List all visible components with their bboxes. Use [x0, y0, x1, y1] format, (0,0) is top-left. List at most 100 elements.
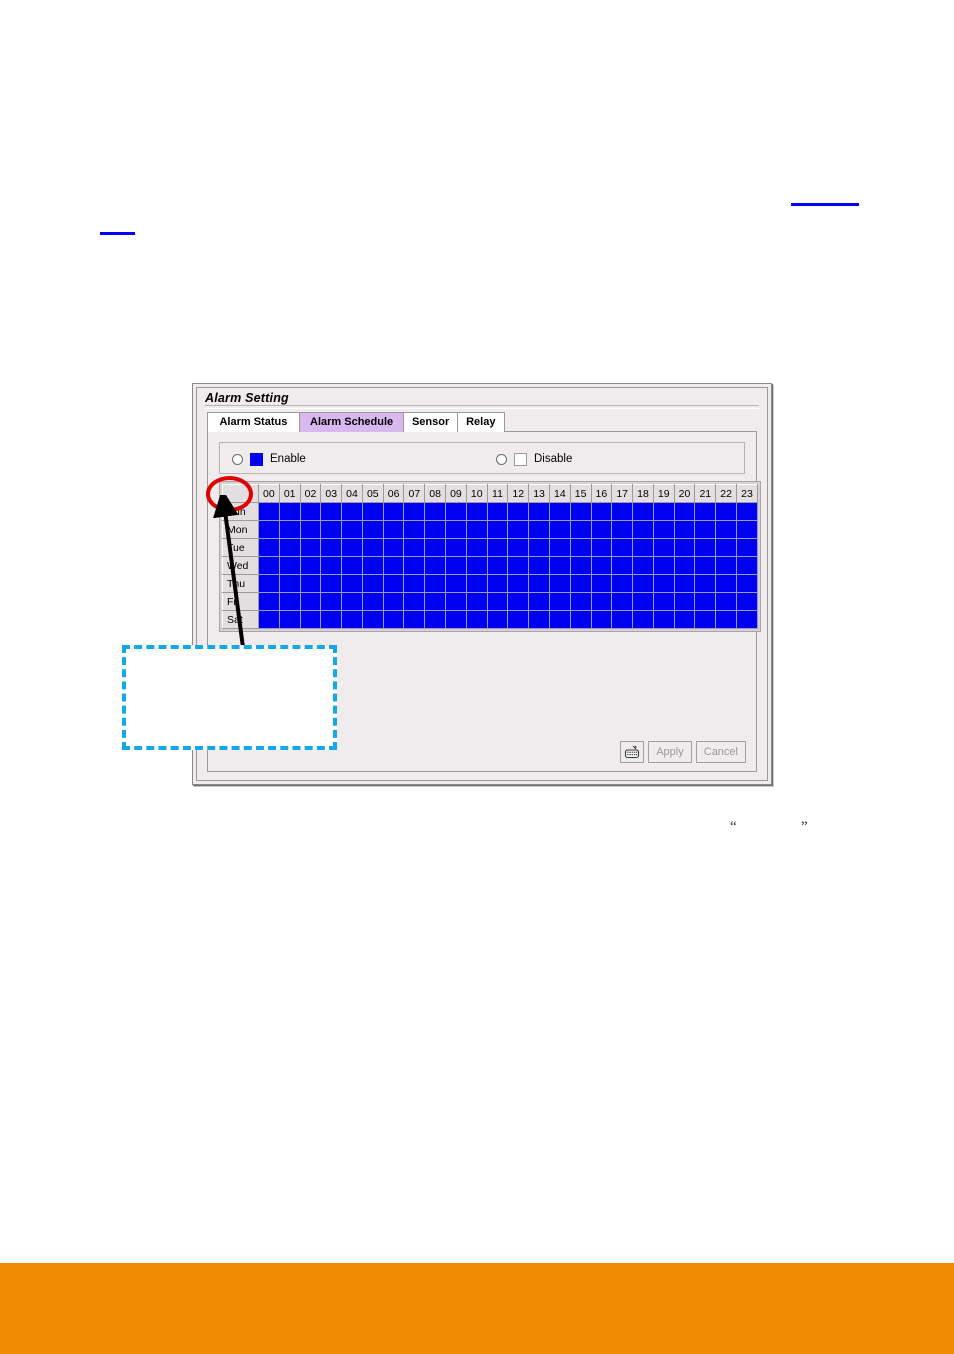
hour-header-17[interactable]: 17 [611, 484, 634, 503]
schedule-cell-sat-03[interactable] [320, 610, 343, 629]
schedule-cell-sun-13[interactable] [528, 502, 550, 521]
schedule-cell-sat-05[interactable] [361, 610, 384, 629]
schedule-cell-tue-03[interactable] [320, 538, 343, 557]
schedule-cell-fri-11[interactable] [486, 592, 509, 611]
schedule-cell-mon-19[interactable] [652, 520, 675, 539]
schedule-cell-mon-02[interactable] [299, 520, 322, 539]
tab-alarm-status[interactable]: Alarm Status [207, 412, 300, 432]
schedule-cell-sat-07[interactable] [403, 610, 426, 629]
schedule-cell-fri-19[interactable] [652, 592, 675, 611]
schedule-cell-thu-08[interactable] [424, 574, 447, 593]
schedule-cell-sun-10[interactable] [465, 502, 488, 521]
schedule-cell-fri-17[interactable] [611, 592, 634, 611]
schedule-cell-tue-11[interactable] [486, 538, 509, 557]
day-header-tue[interactable]: Tue [222, 538, 259, 557]
hour-header-02[interactable]: 02 [299, 484, 322, 503]
schedule-cell-sun-11[interactable] [486, 502, 509, 521]
schedule-cell-wed-08[interactable] [424, 556, 447, 575]
schedule-cell-thu-18[interactable] [632, 574, 654, 593]
schedule-cell-tue-20[interactable] [673, 538, 696, 557]
schedule-cell-sat-11[interactable] [486, 610, 509, 629]
hour-header-11[interactable]: 11 [486, 484, 509, 503]
schedule-cell-wed-06[interactable] [382, 556, 405, 575]
hyperlink-underline-top-right[interactable] [791, 203, 859, 206]
schedule-cell-thu-07[interactable] [403, 574, 426, 593]
hour-header-18[interactable]: 18 [632, 484, 654, 503]
schedule-cell-sun-14[interactable] [548, 502, 571, 521]
schedule-cell-thu-06[interactable] [382, 574, 405, 593]
schedule-cell-wed-13[interactable] [528, 556, 550, 575]
schedule-cell-sat-00[interactable] [258, 610, 280, 629]
schedule-cell-thu-21[interactable] [694, 574, 717, 593]
hour-header-01[interactable]: 01 [278, 484, 301, 503]
schedule-cell-fri-08[interactable] [424, 592, 447, 611]
schedule-cell-thu-20[interactable] [673, 574, 696, 593]
schedule-cell-fri-02[interactable] [299, 592, 322, 611]
hour-header-19[interactable]: 19 [652, 484, 675, 503]
schedule-cell-thu-10[interactable] [465, 574, 488, 593]
schedule-cell-thu-01[interactable] [278, 574, 301, 593]
schedule-cell-wed-09[interactable] [445, 556, 467, 575]
schedule-cell-tue-09[interactable] [445, 538, 467, 557]
hour-header-23[interactable]: 23 [735, 484, 759, 503]
hour-header-20[interactable]: 20 [673, 484, 696, 503]
schedule-cell-fri-18[interactable] [632, 592, 654, 611]
schedule-cell-sun-17[interactable] [611, 502, 634, 521]
hour-header-09[interactable]: 09 [445, 484, 467, 503]
schedule-cell-sat-23[interactable] [735, 610, 759, 629]
schedule-cell-sat-18[interactable] [632, 610, 654, 629]
schedule-cell-sun-08[interactable] [424, 502, 447, 521]
schedule-cell-sun-16[interactable] [590, 502, 613, 521]
schedule-cell-fri-06[interactable] [382, 592, 405, 611]
schedule-cell-fri-07[interactable] [403, 592, 426, 611]
schedule-cell-wed-16[interactable] [590, 556, 613, 575]
schedule-cell-sat-14[interactable] [548, 610, 571, 629]
day-header-mon[interactable]: Mon [222, 520, 259, 539]
schedule-cell-thu-16[interactable] [590, 574, 613, 593]
schedule-cell-fri-01[interactable] [278, 592, 301, 611]
schedule-cell-mon-06[interactable] [382, 520, 405, 539]
schedule-cell-wed-15[interactable] [569, 556, 592, 575]
schedule-cell-mon-05[interactable] [361, 520, 384, 539]
schedule-cell-sat-12[interactable] [507, 610, 530, 629]
schedule-cell-mon-17[interactable] [611, 520, 634, 539]
hour-header-04[interactable]: 04 [341, 484, 363, 503]
hour-header-13[interactable]: 13 [528, 484, 550, 503]
schedule-cell-sun-06[interactable] [382, 502, 405, 521]
schedule-cell-fri-05[interactable] [361, 592, 384, 611]
schedule-cell-thu-04[interactable] [341, 574, 363, 593]
schedule-cell-tue-15[interactable] [569, 538, 592, 557]
schedule-cell-sun-22[interactable] [715, 502, 737, 521]
schedule-cell-wed-03[interactable] [320, 556, 343, 575]
schedule-cell-wed-20[interactable] [673, 556, 696, 575]
hour-header-21[interactable]: 21 [694, 484, 717, 503]
schedule-cell-sun-04[interactable] [341, 502, 363, 521]
day-header-sun[interactable]: Sun [222, 502, 259, 521]
schedule-cell-sat-16[interactable] [590, 610, 613, 629]
schedule-cell-mon-20[interactable] [673, 520, 696, 539]
schedule-cell-thu-09[interactable] [445, 574, 467, 593]
schedule-cell-tue-13[interactable] [528, 538, 550, 557]
schedule-cell-fri-20[interactable] [673, 592, 696, 611]
radio-disable[interactable]: Disable [496, 450, 572, 468]
schedule-cell-mon-14[interactable] [548, 520, 571, 539]
schedule-cell-fri-16[interactable] [590, 592, 613, 611]
schedule-cell-tue-08[interactable] [424, 538, 447, 557]
schedule-cell-tue-18[interactable] [632, 538, 654, 557]
schedule-cell-tue-14[interactable] [548, 538, 571, 557]
tab-alarm-schedule[interactable]: Alarm Schedule [298, 412, 405, 432]
schedule-cell-thu-05[interactable] [361, 574, 384, 593]
schedule-cell-tue-17[interactable] [611, 538, 634, 557]
schedule-cell-tue-04[interactable] [341, 538, 363, 557]
schedule-cell-sat-06[interactable] [382, 610, 405, 629]
schedule-cell-wed-12[interactable] [507, 556, 530, 575]
schedule-cell-wed-19[interactable] [652, 556, 675, 575]
schedule-cell-sun-21[interactable] [694, 502, 717, 521]
schedule-cell-mon-10[interactable] [465, 520, 488, 539]
schedule-cell-sun-23[interactable] [735, 502, 759, 521]
schedule-cell-mon-03[interactable] [320, 520, 343, 539]
schedule-cell-thu-19[interactable] [652, 574, 675, 593]
schedule-cell-wed-22[interactable] [715, 556, 737, 575]
schedule-cell-tue-05[interactable] [361, 538, 384, 557]
schedule-cell-sat-04[interactable] [341, 610, 363, 629]
